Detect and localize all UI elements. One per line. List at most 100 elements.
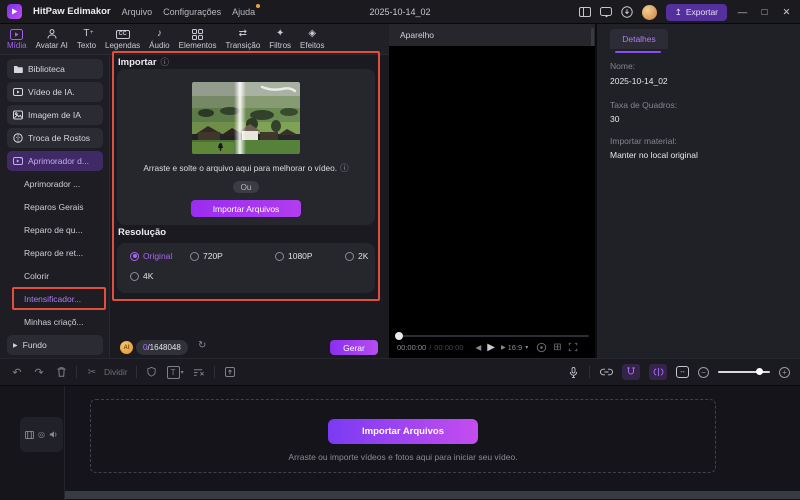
info-icon[interactable]: ⓘ: [161, 56, 170, 68]
detail-value-nome: 2025-10-14_02: [610, 76, 668, 86]
sidebar-subitem-colorir[interactable]: Colorir: [24, 271, 49, 283]
radio-1080p[interactable]: 1080P: [275, 251, 313, 261]
sidebar-subitem-aprimorador[interactable]: Aprimorador ...: [24, 179, 80, 191]
app-logo-icon: [7, 4, 22, 19]
sidebar-subitem-minhas-criacoes[interactable]: Minhas criaçõ...: [24, 317, 84, 329]
menu-configuracoes[interactable]: Configurações: [163, 7, 221, 17]
tab-avatar-ai[interactable]: Avatar AI: [32, 26, 72, 52]
redo-button[interactable]: ↷: [32, 364, 46, 380]
tab-texto[interactable]: T + Texto: [73, 26, 100, 52]
enhancer-icon: [13, 156, 23, 166]
auto-ripple-icon[interactable]: [649, 364, 667, 380]
import-panel: Importar ⓘ Arraste e solte o arquivo aqu…: [110, 55, 389, 358]
detail-label-framerate: Taxa de Quadros:: [610, 100, 678, 110]
menu-ajuda[interactable]: Ajuda: [232, 3, 261, 17]
close-button[interactable]: ✕: [780, 7, 793, 18]
denoise-shield-icon[interactable]: [145, 364, 159, 380]
tab-efeitos[interactable]: ◈ Efeitos: [296, 26, 328, 52]
user-avatar[interactable]: [641, 4, 657, 20]
feedback-icon[interactable]: [599, 6, 612, 18]
sidebar-item-video-ia[interactable]: Vídeo de IA.: [7, 82, 103, 102]
link-clips-icon[interactable]: [599, 364, 613, 380]
resolution-section-title: Resolução: [118, 227, 167, 238]
tab-midia[interactable]: Mídia: [3, 26, 31, 52]
crop-grid-icon[interactable]: ⊞: [553, 342, 561, 353]
radio-dot: [190, 251, 199, 261]
audio-icon: ♪: [156, 28, 162, 39]
record-track-icon[interactable]: ◎: [38, 430, 45, 439]
details-panel: Detalhes Nome: 2025-10-14_02 Taxa de Qua…: [597, 24, 800, 358]
import-files-button[interactable]: Importar Arquivos: [191, 200, 301, 217]
zoom-slider-thumb[interactable]: [756, 368, 763, 375]
microphone-icon[interactable]: [566, 364, 580, 380]
zoom-out-icon[interactable]: −: [698, 366, 709, 378]
timeline-drop-hint: Arraste ou importe vídeos e fotos aqui p…: [288, 452, 518, 462]
video-track-icon[interactable]: [25, 430, 34, 439]
play-button[interactable]: ▶: [487, 342, 495, 353]
video-viewport[interactable]: [389, 46, 595, 326]
export-clip-icon[interactable]: [223, 364, 237, 380]
radio-720p[interactable]: 720P: [190, 251, 223, 261]
captions-icon: CC: [115, 28, 130, 40]
info-icon[interactable]: ⓘ: [340, 162, 349, 174]
download-icon[interactable]: [621, 6, 633, 18]
sidebar-subitem-intensificador[interactable]: Intensificador...: [24, 294, 81, 306]
text-tool-button[interactable]: T ▾: [166, 364, 184, 380]
radio-2k[interactable]: 2K: [345, 251, 368, 261]
refresh-credits-icon[interactable]: ↻: [198, 340, 206, 351]
media-icon: [10, 28, 24, 40]
sidebar-item-fundo[interactable]: ▶ Fundo: [7, 335, 103, 355]
radio-original[interactable]: Original: [130, 251, 172, 261]
track-header-rail: ◎: [0, 386, 65, 500]
tab-transicao[interactable]: ⇄ Transição: [221, 26, 264, 52]
notification-dot: [256, 3, 261, 8]
sidebar-item-biblioteca[interactable]: Biblioteca: [7, 59, 103, 79]
timeline-zoom-slider[interactable]: [718, 367, 770, 377]
aspect-ratio-selector[interactable]: ▶ 16:9 ▾: [501, 343, 528, 352]
effects-icon: ◈: [308, 28, 317, 39]
split-icon[interactable]: ✂: [85, 364, 99, 380]
fit-timeline-icon[interactable]: ↔: [676, 366, 689, 378]
sidebar-item-aprimorador[interactable]: Aprimorador d...: [7, 151, 103, 171]
chevron-down-icon: ▾: [525, 344, 529, 351]
zoom-in-icon[interactable]: +: [779, 366, 790, 378]
sample-before-after-image: [192, 82, 300, 154]
filters-icon: ✦: [275, 28, 285, 39]
radio-dot: [130, 251, 139, 261]
timeline-import-button[interactable]: Importar Arquivos: [328, 419, 478, 444]
export-button[interactable]: ↥ Exportar: [665, 3, 727, 21]
import-drop-area[interactable]: Arraste e solte o arquivo aqui para melh…: [117, 69, 375, 225]
elements-icon: [192, 28, 204, 40]
maximize-button[interactable]: □: [758, 7, 771, 18]
delete-button[interactable]: [54, 364, 68, 380]
track-type-panel: ◎: [20, 417, 63, 452]
tab-audio[interactable]: ♪ Áudio: [145, 26, 173, 52]
layout-panels-icon[interactable]: [578, 7, 591, 17]
sidebar-item-imagem-ia[interactable]: Imagem de IA: [7, 105, 103, 125]
split-label[interactable]: Dividir: [104, 367, 128, 377]
tab-legendas[interactable]: CC Legendas: [101, 26, 144, 52]
magnet-snap-icon[interactable]: [622, 364, 640, 380]
minimize-button[interactable]: —: [736, 7, 749, 18]
remove-captions-icon[interactable]: [192, 364, 206, 380]
tab-detalhes[interactable]: Detalhes: [610, 29, 668, 49]
fullscreen-icon[interactable]: [568, 342, 578, 352]
radio-4k[interactable]: 4K: [130, 271, 153, 281]
timeline-drop-zone[interactable]: Importar Arquivos Arraste ou importe víd…: [90, 399, 716, 473]
sidebar-subitem-reparos-gerais[interactable]: Reparos Gerais: [24, 202, 84, 214]
menu-arquivo[interactable]: Arquivo: [122, 7, 153, 17]
detail-value-framerate: 30: [610, 114, 620, 124]
snapshot-icon[interactable]: [536, 342, 547, 353]
sidebar-subitem-reparo-qu[interactable]: Reparo de qu...: [24, 225, 83, 237]
import-section-title: Importar ⓘ: [118, 56, 170, 68]
horizontal-scrollbar[interactable]: [65, 491, 800, 499]
face-swap-icon: [13, 133, 23, 143]
undo-button[interactable]: ↶: [10, 364, 24, 380]
tab-filtros[interactable]: ✦ Filtros: [265, 26, 295, 52]
audio-track-icon[interactable]: [49, 430, 58, 439]
generate-button[interactable]: Gerar: [330, 340, 378, 355]
tab-elementos[interactable]: Elementos: [175, 26, 221, 52]
previous-frame-button[interactable]: ◀: [476, 343, 482, 352]
sidebar-subitem-reparo-ret[interactable]: Reparo de ret...: [24, 248, 83, 260]
sidebar-item-troca-rostos[interactable]: Troca de Rostos: [7, 128, 103, 148]
